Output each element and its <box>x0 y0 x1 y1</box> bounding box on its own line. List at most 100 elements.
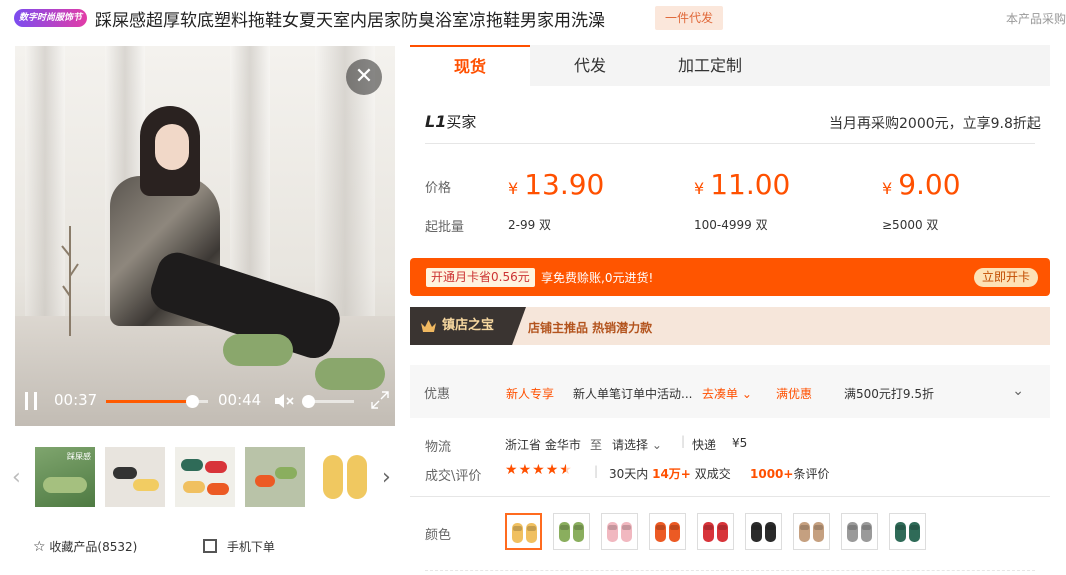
thumbnail-1[interactable]: 踩屎感 <box>35 447 95 507</box>
thumbnail-caption: 踩屎感 <box>67 452 91 461</box>
festival-badge: 数字时尚服饰节 <box>14 9 87 27</box>
total-time: 00:44 <box>218 391 262 409</box>
color-swatch-black[interactable] <box>745 513 782 550</box>
star-outline-icon: ☆ <box>33 539 46 555</box>
favorite-label: 收藏产品(8532) <box>49 540 138 554</box>
price-label: 价格 <box>425 181 452 196</box>
slipper-icon <box>799 522 824 542</box>
moq-label: 起批量 <box>425 220 465 235</box>
chevron-down-icon: ⌄ <box>651 438 662 452</box>
volume-bar[interactable] <box>302 395 354 408</box>
full-discount-tag: 满优惠 <box>776 387 813 401</box>
tab-custom[interactable]: 加工定制 <box>650 45 770 86</box>
model-face <box>155 124 189 170</box>
expand-promo-chevron-icon[interactable]: ⌄ <box>1012 383 1024 399</box>
moq-tier-2: 100-4999 双 <box>694 218 768 232</box>
progress-bar[interactable] <box>106 395 208 408</box>
slipper-icon <box>703 522 728 542</box>
slipper-icon <box>895 522 920 542</box>
price-tier-2: ¥11.00 <box>694 168 791 201</box>
color-label: 颜色 <box>425 528 452 543</box>
slipper-icon <box>512 523 537 543</box>
buyer-level-logo: L1买家 <box>425 111 476 132</box>
price-tier-3: ¥9.00 <box>882 168 961 201</box>
purchase-mode-tabs: 现货 代发 加工定制 <box>410 45 1050 86</box>
slipper-icon <box>847 522 872 542</box>
slipper-icon <box>559 522 584 542</box>
member-savings-chip: 开通月卡省0.56元 <box>426 268 535 287</box>
star-half-icon: ★ <box>559 462 573 478</box>
dropship-badge: 一件代发 <box>655 6 723 30</box>
divider <box>425 143 1035 144</box>
star-icon: ★ <box>518 462 533 478</box>
member-card-banner: 开通月卡省0.56元 享免费赊账,0元进货! 立即开卡 <box>410 258 1050 296</box>
color-swatch-yellow[interactable] <box>505 513 542 550</box>
qr-code-icon <box>203 539 217 553</box>
tab-spot[interactable]: 现货 <box>410 45 530 86</box>
pause-button[interactable] <box>25 392 39 410</box>
curtain <box>25 46 65 316</box>
star-icon: ★ <box>505 462 519 478</box>
promotion-bar: 优惠 新人专享 新人单笔订单中活动... 去凑单 ⌄ 满优惠 满500元打9.5… <box>410 365 1050 418</box>
rating-stars: ★★★★★ <box>505 462 573 478</box>
ship-to-label: 至 <box>590 438 603 452</box>
current-time: 00:37 <box>54 391 98 409</box>
ship-from: 浙江省 金华市 <box>505 438 581 452</box>
collect-order-link[interactable]: 去凑单 ⌄ <box>702 385 752 402</box>
plant-icon <box>61 226 79 336</box>
buyer-level-suffix: 买家 <box>446 113 477 131</box>
crown-icon <box>421 320 436 332</box>
thumbnail-2[interactable] <box>105 447 165 507</box>
moq-tier-3: ≥5000 双 <box>882 218 939 232</box>
logistics-label: 物流 <box>425 440 452 455</box>
store-treasure-tag: 镇店之宝 <box>410 307 526 345</box>
color-swatch-green[interactable] <box>553 513 590 550</box>
tab-dropship[interactable]: 代发 <box>530 45 650 86</box>
color-swatch-dark-green[interactable] <box>889 513 926 550</box>
product-video[interactable]: ✕ 00:37 00:44 <box>15 46 395 426</box>
color-swatch-orange[interactable] <box>649 513 686 550</box>
slipper-icon <box>655 522 680 542</box>
mobile-order-button[interactable]: 手机下单 <box>203 538 275 555</box>
slipper-left <box>223 334 293 366</box>
slipper-icon <box>607 522 632 542</box>
volume-handle[interactable] <box>302 395 315 408</box>
deal-volume: 30天内 14万+ 双成交 <box>609 467 731 481</box>
new-user-desc: 新人单笔订单中活动... <box>573 387 693 401</box>
star-icon: ★ <box>545 462 560 478</box>
deals-label: 成交\评价 <box>425 469 482 484</box>
thumbnail-5[interactable] <box>315 447 375 507</box>
close-video-button[interactable]: ✕ <box>346 59 382 95</box>
fullscreen-icon[interactable] <box>370 390 390 410</box>
chevron-down-icon: ⌄ <box>741 387 752 401</box>
price-tier-1: ¥13.90 <box>508 168 605 201</box>
thumbnail-3[interactable] <box>175 447 235 507</box>
thumb-prev-icon[interactable]: ‹ <box>12 465 21 490</box>
member-benefit-text: 享免费赊账,0元进货! <box>541 271 654 285</box>
shipping-fee: ¥5 <box>732 436 748 450</box>
color-swatch-gray[interactable] <box>841 513 878 550</box>
thumbnail-4[interactable] <box>245 447 305 507</box>
buyer-level-code: L1 <box>425 112 447 131</box>
moq-tier-1: 2-99 双 <box>508 218 552 232</box>
new-user-tag: 新人专享 <box>506 387 555 401</box>
mobile-order-label: 手机下单 <box>226 540 275 554</box>
separator: | <box>594 464 599 478</box>
thumb-next-icon[interactable]: › <box>382 465 391 490</box>
promo-label: 优惠 <box>424 387 451 402</box>
color-swatch-red[interactable] <box>697 513 734 550</box>
repurchase-note: 当月再采购2000元，立享9.8折起 <box>829 116 1041 132</box>
divider <box>410 496 1050 497</box>
favorite-button[interactable]: ☆ 收藏产品(8532) <box>33 538 137 555</box>
color-swatch-khaki[interactable] <box>793 513 830 550</box>
open-card-button[interactable]: 立即开卡 <box>974 268 1038 287</box>
mute-icon[interactable] <box>274 392 294 410</box>
store-treasure-banner: 镇店之宝 店铺主推品 热销潜力款 <box>410 307 1050 345</box>
color-swatch-pink[interactable] <box>601 513 638 550</box>
video-controls: 00:37 00:44 <box>15 376 395 426</box>
ship-to-select[interactable]: 请选择 ⌄ <box>612 436 662 453</box>
video-frame <box>15 46 395 426</box>
slipper-icon <box>751 522 776 542</box>
review-count-link[interactable]: 1000+条评价 <box>750 465 829 482</box>
progress-handle[interactable] <box>185 395 199 408</box>
